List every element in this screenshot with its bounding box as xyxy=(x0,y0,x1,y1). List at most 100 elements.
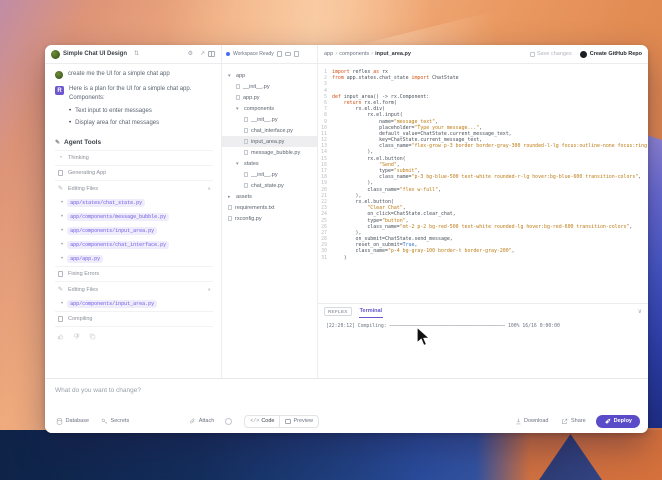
paperclip-icon xyxy=(190,418,195,423)
workspace-status-bar: Workspace Ready xyxy=(222,45,318,63)
file-name: __init__.py xyxy=(243,83,270,90)
create-github-repo-button[interactable]: Create GitHub Repo xyxy=(579,50,642,58)
agent-step[interactable]: Generating App xyxy=(55,165,213,180)
file-tree-item-assets[interactable]: ▸ assets xyxy=(222,191,317,202)
chevron-up-icon[interactable]: ∧ xyxy=(207,287,211,293)
file-name: __init__.py xyxy=(251,116,278,123)
code-editor[interactable]: 1 import reflex as rx 2 from app.states.cha… xyxy=(318,64,648,296)
chip-bullet: • xyxy=(61,256,64,263)
string-token: "mt-2 p-2 bg-red-500 text-white rounded-… xyxy=(399,223,630,230)
assistant-components-label: Components: xyxy=(69,94,105,101)
keyword-token: def xyxy=(332,93,341,100)
edited-file-chip[interactable]: app/states/chat_state.py xyxy=(67,199,146,208)
open-external-icon[interactable]: ↗ xyxy=(200,51,205,57)
chat-panel: create me the UI for a simple chat app R… xyxy=(45,64,222,378)
tab-code[interactable]: </> Code xyxy=(245,416,279,427)
breadcrumb-separator: › xyxy=(335,51,338,57)
copy-icon[interactable] xyxy=(89,333,96,340)
breadcrumb-app[interactable]: app xyxy=(324,51,333,57)
terminal-collapse-icon[interactable]: ∨ xyxy=(638,308,642,315)
breadcrumb-components[interactable]: components xyxy=(339,51,369,57)
tab-terminal[interactable]: Terminal xyxy=(358,305,384,318)
file-name: input_area.py xyxy=(251,138,285,145)
breadcrumb-separator: › xyxy=(371,51,374,57)
editing-files-icon: ✎ xyxy=(57,287,64,294)
database-button[interactable]: Database xyxy=(53,416,92,427)
string-token: "submit" xyxy=(393,168,418,174)
tab-preview[interactable]: Preview xyxy=(280,416,318,427)
agent-step[interactable]: Fixing Errors xyxy=(55,266,213,281)
string-token: "message_text" xyxy=(393,118,436,125)
trash-icon[interactable] xyxy=(293,51,299,57)
bullet-text: Display area for chat messages xyxy=(75,119,160,126)
file-icon xyxy=(228,205,232,210)
code-line: 26 class_name="mt-2 p-2 bg-red-500 text-… xyxy=(318,224,648,230)
file-tree-item--init-py[interactable]: __init__.py xyxy=(222,81,317,92)
share-button[interactable]: Share xyxy=(558,416,588,427)
file-name: chat_state.py xyxy=(251,182,284,189)
attach-button[interactable]: Attach xyxy=(186,416,217,427)
chip-bullet: • xyxy=(61,200,64,207)
save-changes-label: Save changes xyxy=(536,51,572,57)
file-icon xyxy=(244,183,248,188)
chip-bullet: • xyxy=(61,228,64,235)
edited-file-chip[interactable]: app/components/input_area.py xyxy=(67,227,158,236)
secrets-button[interactable]: Secrets xyxy=(98,416,132,427)
new-folder-icon[interactable] xyxy=(284,51,291,57)
edited-file-chip[interactable]: app/components/chat_interface.py xyxy=(67,241,170,250)
assistant-plan-text: Here is a plan for the UI for a simple c… xyxy=(69,86,192,92)
file-tree-item-chat-state-py[interactable]: chat_state.py xyxy=(222,180,317,191)
project-selector-icon[interactable]: ⇅ xyxy=(134,51,139,57)
code-text: class_name="flex-grow p-3 border border-… xyxy=(332,143,648,149)
keyword-token: return xyxy=(343,99,362,106)
app-window: Simple Chat UI Design ⇅ ⚙ ↗ Workspace Re… xyxy=(45,45,648,433)
user-message: create me the UI for a simple chat app xyxy=(45,64,221,79)
chevron-up-icon[interactable]: ∧ xyxy=(207,186,211,192)
agent-step[interactable]: ◔ Thinking xyxy=(55,150,213,165)
file-tree-item--init-py[interactable]: __init__.py xyxy=(222,169,317,180)
keyword-token: import xyxy=(411,75,430,82)
file-tree-item-app[interactable]: ▾ app xyxy=(222,70,317,81)
code-line: 31 ) xyxy=(318,255,648,261)
file-tree: ▾ app __init__.py app.py ▾ components __init__… xyxy=(222,64,317,230)
thumbs-up-icon[interactable] xyxy=(57,333,64,340)
file-tree-item-requirements-txt[interactable]: requirements.txt xyxy=(222,202,317,213)
file-tree-item-message-bubble-py[interactable]: message_bubble.py xyxy=(222,147,317,158)
file-tree-item-chat-interface-py[interactable]: chat_interface.py xyxy=(222,125,317,136)
toggle-sidebar-icon[interactable] xyxy=(208,51,215,57)
file-tree-item-app-py[interactable]: app.py xyxy=(222,92,317,103)
new-file-icon[interactable] xyxy=(276,51,282,57)
download-button[interactable]: Download xyxy=(512,416,552,427)
file-tree-item-rxconfig-py[interactable]: rxconfig.py xyxy=(222,213,317,224)
breadcrumb-current-file[interactable]: input_area.py xyxy=(375,51,411,57)
agent-step[interactable]: Compiling xyxy=(55,311,213,326)
fixing-errors-icon xyxy=(58,271,63,278)
edited-file-chip[interactable]: app/components/message_bubble.py xyxy=(67,213,170,222)
share-icon xyxy=(562,418,568,424)
prompt-area: What do you want to change? Database Sec… xyxy=(45,378,648,433)
plan-bullet: • Display area for chat messages xyxy=(69,118,213,129)
code-text: ) xyxy=(332,254,347,261)
chevron-right-icon: ▸ xyxy=(228,193,231,200)
attach-options-icon[interactable] xyxy=(225,417,233,425)
deploy-button[interactable]: Deploy xyxy=(595,414,640,428)
deploy-label: Deploy xyxy=(613,418,632,424)
bullet-dot: • xyxy=(69,108,72,115)
file-tree-item-input-area-py[interactable]: input_area.py xyxy=(222,136,317,147)
file-tree-item-states[interactable]: ▾ states xyxy=(222,158,317,169)
thumbs-down-icon[interactable] xyxy=(73,333,80,340)
share-label: Share xyxy=(570,418,586,424)
agent-tools-section: ✎ Agent Tools ◔ Thinking Generating App ✎ Ed… xyxy=(55,139,213,346)
bullet-dot: • xyxy=(69,119,72,126)
edited-file-chip[interactable]: app/components/input_area.py xyxy=(67,300,158,309)
settings-gear-icon[interactable]: ⚙ xyxy=(188,51,193,57)
github-icon xyxy=(579,50,587,58)
file-tree-item-components[interactable]: ▾ components xyxy=(222,103,317,114)
chat-prompt-input[interactable]: What do you want to change? xyxy=(45,379,648,402)
string-token: "p-4 bg-gray-100 border-t border-gray-20… xyxy=(387,248,512,255)
agent-step[interactable]: ✎ Editing Files ∧ xyxy=(55,281,213,297)
agent-step[interactable]: ✎ Editing Files ∧ xyxy=(55,180,213,196)
file-tree-item--init-py[interactable]: __init__.py xyxy=(222,114,317,125)
edited-file-chip[interactable]: app/app.py xyxy=(67,255,104,264)
save-changes-button[interactable]: Save changes xyxy=(529,51,572,57)
